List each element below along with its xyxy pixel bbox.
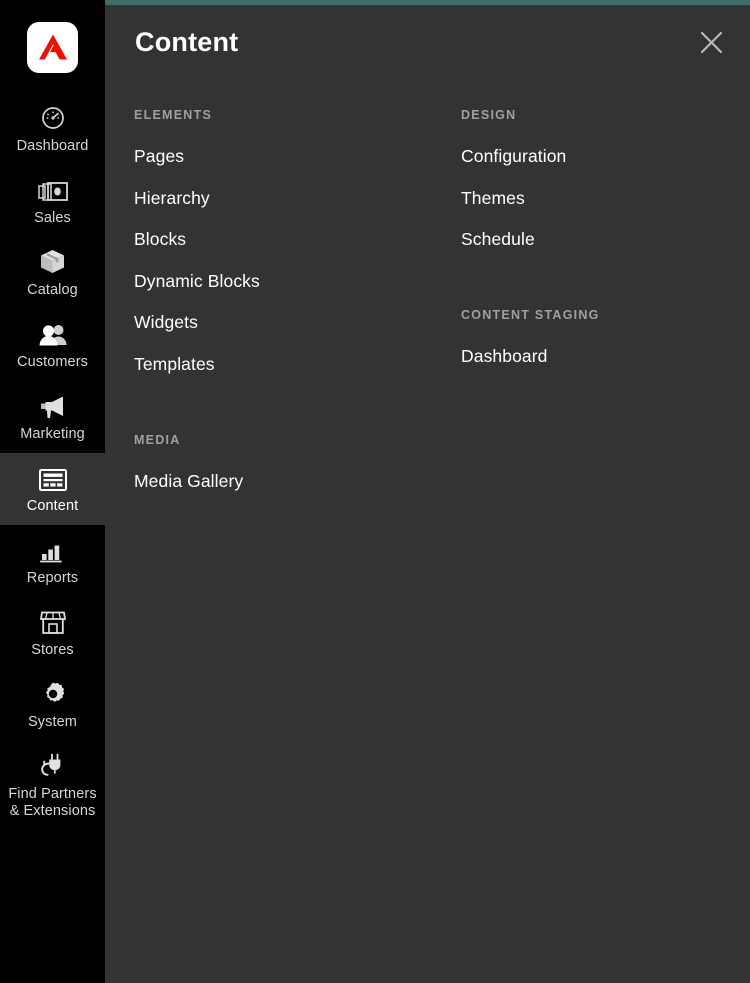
stores-storefront-icon [36,609,70,635]
sidebar-item-dashboard[interactable]: Dashboard [0,93,105,165]
admin-menu-overlay: Dashboard Sales Catalog Customers Marketing C… [0,0,750,983]
sidebar-item-reports[interactable]: Reports [0,525,105,597]
content-menu-panel: Content ELEMENTS Pages Hierarchy Blocks Dyna… [105,0,750,983]
sidebar-item-label: System [28,714,77,730]
dashboard-gauge-icon [36,105,70,131]
reports-bar-chart-icon [36,537,70,563]
sales-money-icon [36,177,70,203]
primary-sidebar: Dashboard Sales Catalog Customers Marketing C… [0,0,105,983]
customers-people-icon [36,321,70,347]
menu-link-configuration[interactable]: Configuration [461,146,566,167]
sidebar-item-label: Reports [26,570,79,586]
close-button[interactable] [690,21,732,63]
sidebar-item-content[interactable]: Content [0,453,105,525]
sidebar-item-sales[interactable]: Sales [0,165,105,237]
system-gear-icon [36,681,70,707]
sidebar-item-label: Find Partners & Extensions [8,786,97,819]
close-x-icon [700,31,722,53]
accent-top-bar [105,0,750,5]
menu-group: CONTENT STAGING Dashboard [461,308,750,367]
sidebar-item-label: Stores [31,642,74,658]
sidebar-item-stores[interactable]: Stores [0,597,105,669]
sidebar-item-label: Sales [34,210,71,226]
menu-link-schedule[interactable]: Schedule [461,229,535,250]
sidebar-item-label: Catalog [27,282,78,298]
sidebar-item-label: Content [26,498,79,514]
menu-group-title: CONTENT STAGING [461,308,600,322]
menu-link-themes[interactable]: Themes [461,188,525,209]
sidebar-item-system[interactable]: System [0,669,105,741]
page-title: Content [135,27,239,57]
sidebar-item-label: Customers [17,354,88,370]
sidebar-item-marketing[interactable]: Marketing [0,381,105,453]
sidebar-item-catalog[interactable]: Catalog [0,237,105,309]
sidebar-item-label: Dashboard [16,138,89,154]
menu-link-dashboard[interactable]: Dashboard [461,346,548,367]
menu-group-title: DESIGN [461,108,517,122]
menu-group: DESIGN Configuration Themes Schedule [461,108,750,250]
adobe-a-glyph [38,34,67,60]
menu-column-2: DESIGN Configuration Themes Schedule CONTENT… [105,108,750,983]
sidebar-item-find-partners-extensions[interactable]: Find Partners & Extensions [0,741,105,830]
sidebar-item-customers[interactable]: Customers [0,309,105,381]
marketing-megaphone-icon [36,393,70,419]
menu-columns: ELEMENTS Pages Hierarchy Blocks Dynamic Bloc… [105,108,750,983]
adobe-commerce-logo[interactable] [27,21,79,73]
sidebar-item-label: Marketing [20,426,85,442]
catalog-box-icon [36,249,70,275]
find-partners-plug-icon [36,753,70,779]
content-layout-icon [36,465,70,491]
